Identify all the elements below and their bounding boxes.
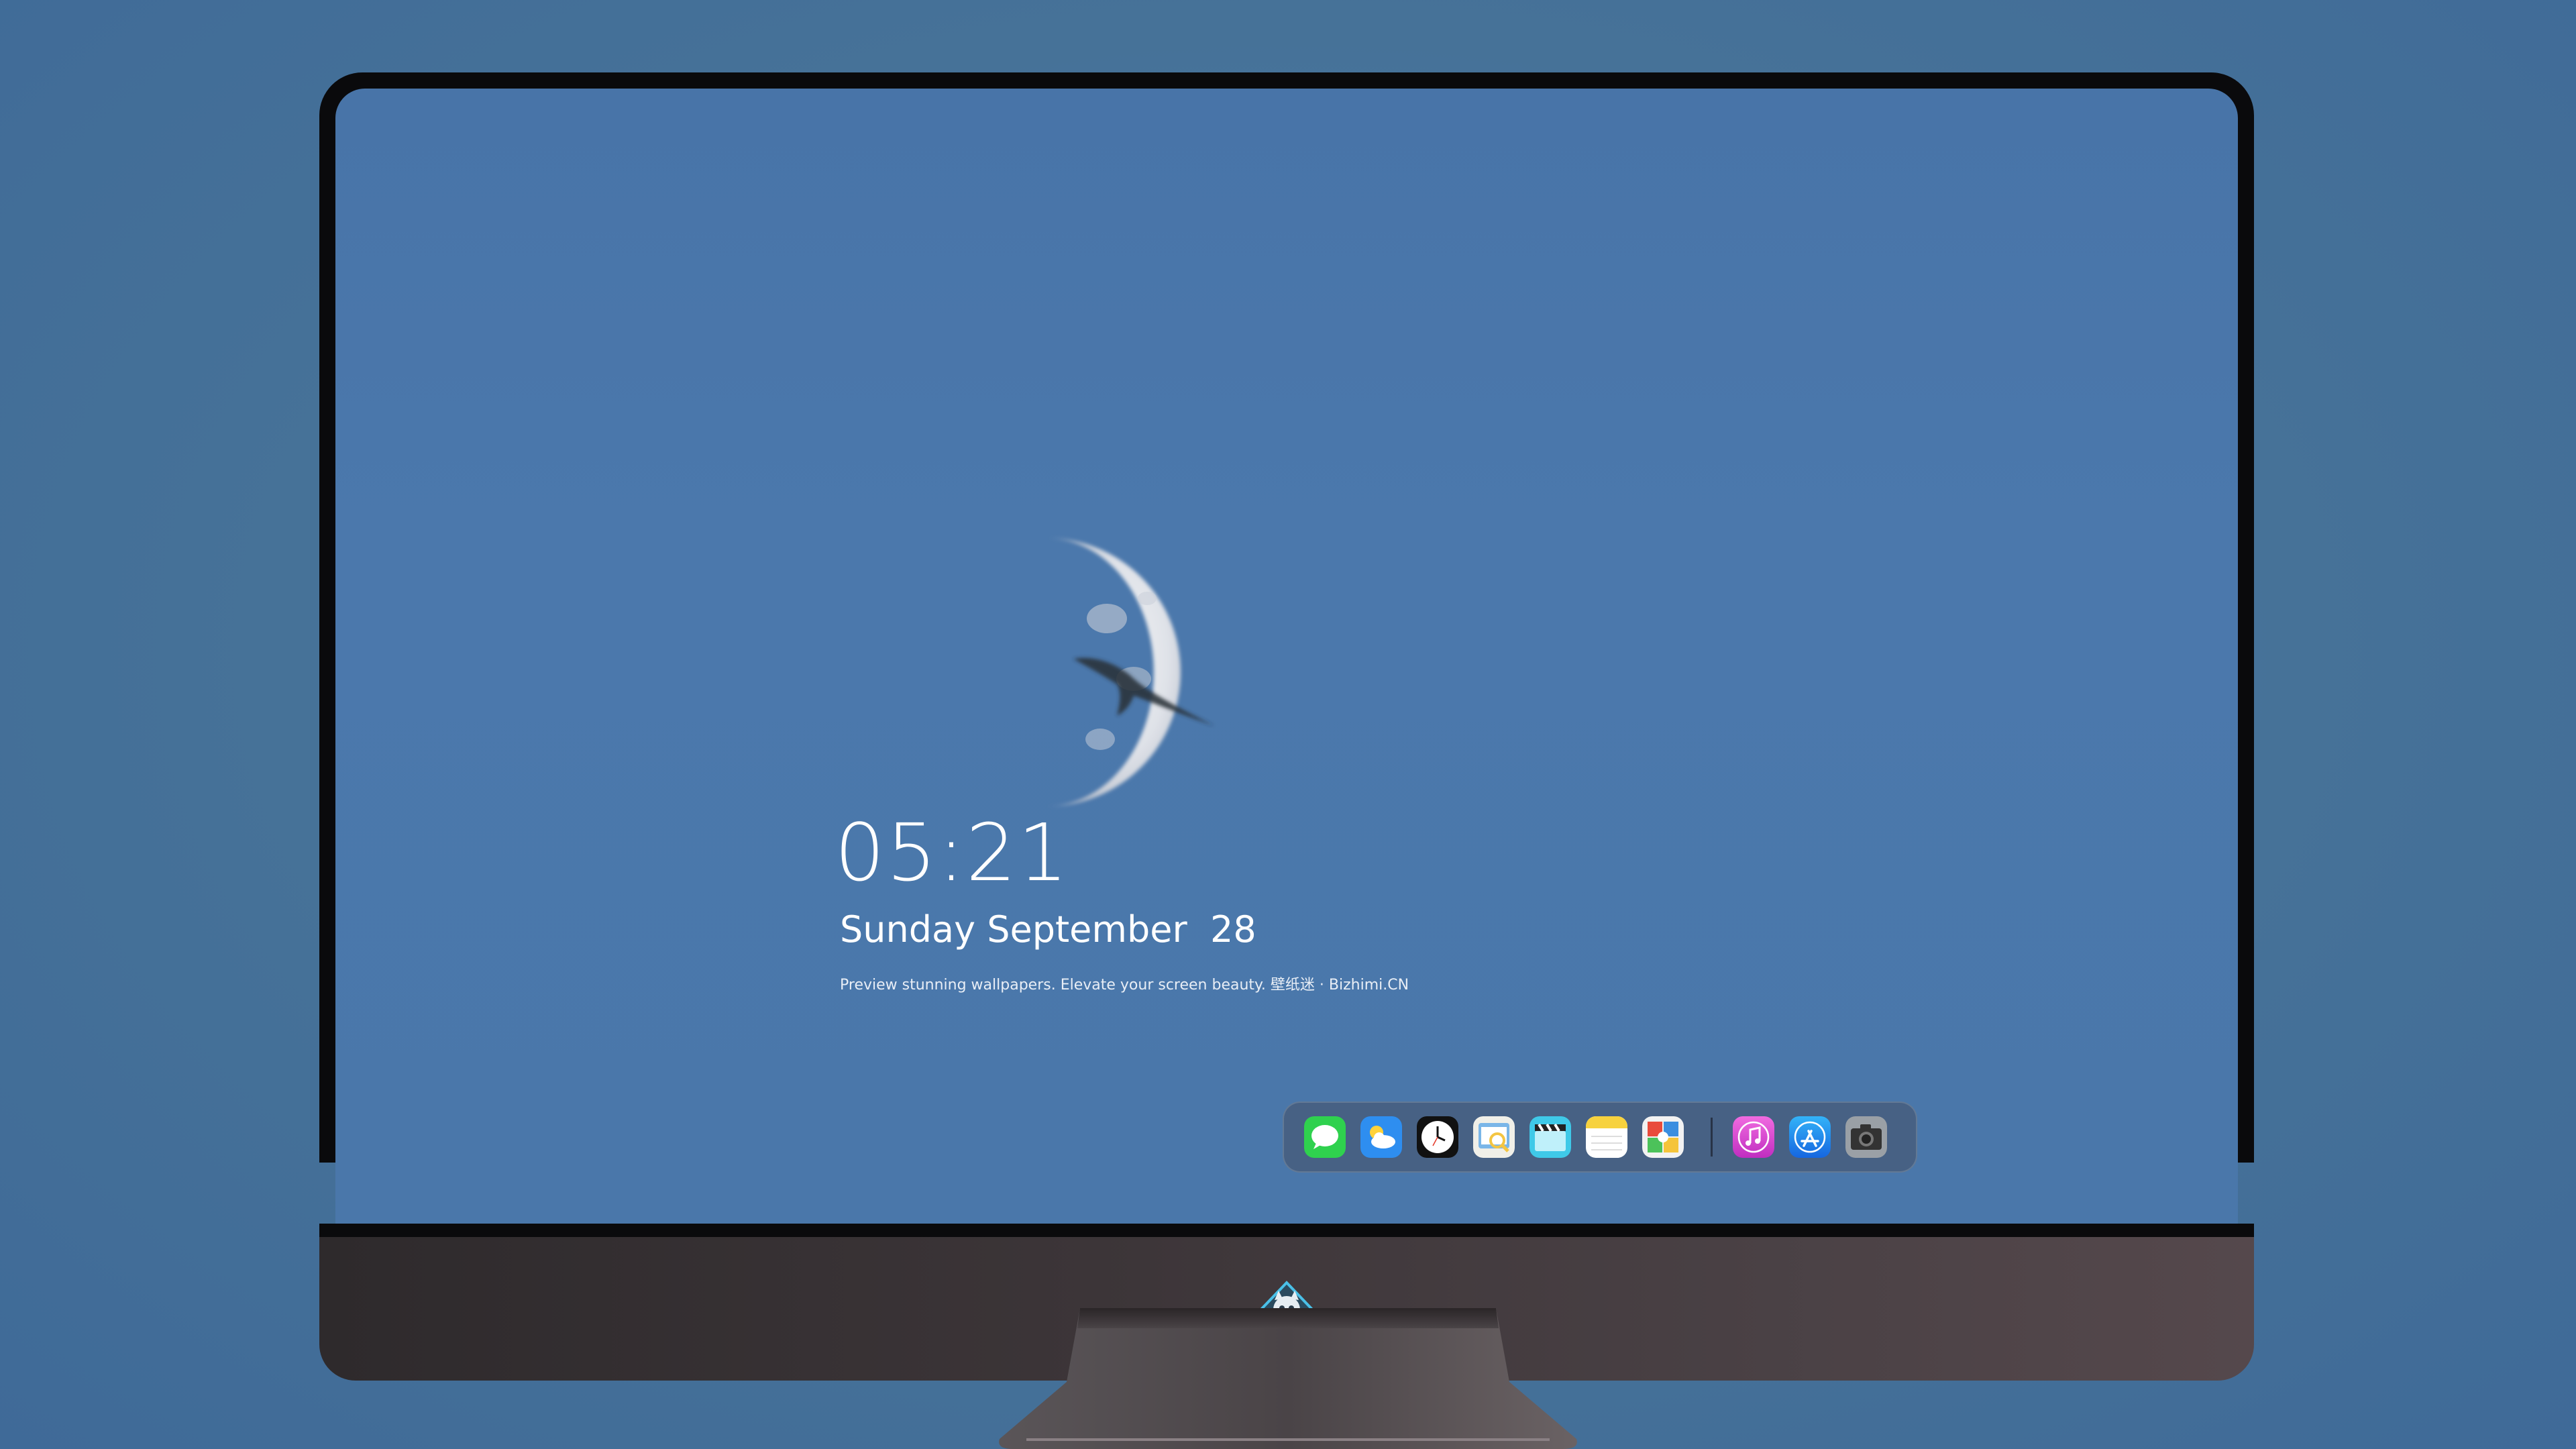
lockscreen-date: Sunday September 28 <box>840 908 1256 951</box>
lockscreen-clock: 05:21 <box>835 806 1070 899</box>
app-store-icon[interactable] <box>1789 1116 1831 1158</box>
monitor-stand <box>999 1308 1577 1449</box>
screen: 05:21 Sunday September 28 Preview stunni… <box>335 89 2238 1227</box>
dock <box>1283 1102 1917 1173</box>
bezel-bottom <box>319 1224 2254 1237</box>
monitor: 05:21 Sunday September 28 Preview stunni… <box>319 72 2254 1381</box>
camera-icon[interactable] <box>1845 1116 1887 1158</box>
music-icon[interactable] <box>1733 1116 1774 1158</box>
photo-booth-icon[interactable] <box>1642 1116 1684 1158</box>
dock-separator <box>1711 1118 1713 1157</box>
clips-icon[interactable] <box>1529 1116 1571 1158</box>
weather-icon[interactable] <box>1360 1116 1402 1158</box>
moon-image <box>1046 538 1214 806</box>
lockscreen-tagline: Preview stunning wallpapers. Elevate you… <box>840 977 1409 994</box>
messages-icon[interactable] <box>1304 1116 1346 1158</box>
bird-silhouette <box>1073 657 1214 726</box>
notes-icon[interactable] <box>1586 1116 1627 1158</box>
preview-icon[interactable] <box>1473 1116 1515 1158</box>
clock-icon[interactable] <box>1417 1116 1458 1158</box>
